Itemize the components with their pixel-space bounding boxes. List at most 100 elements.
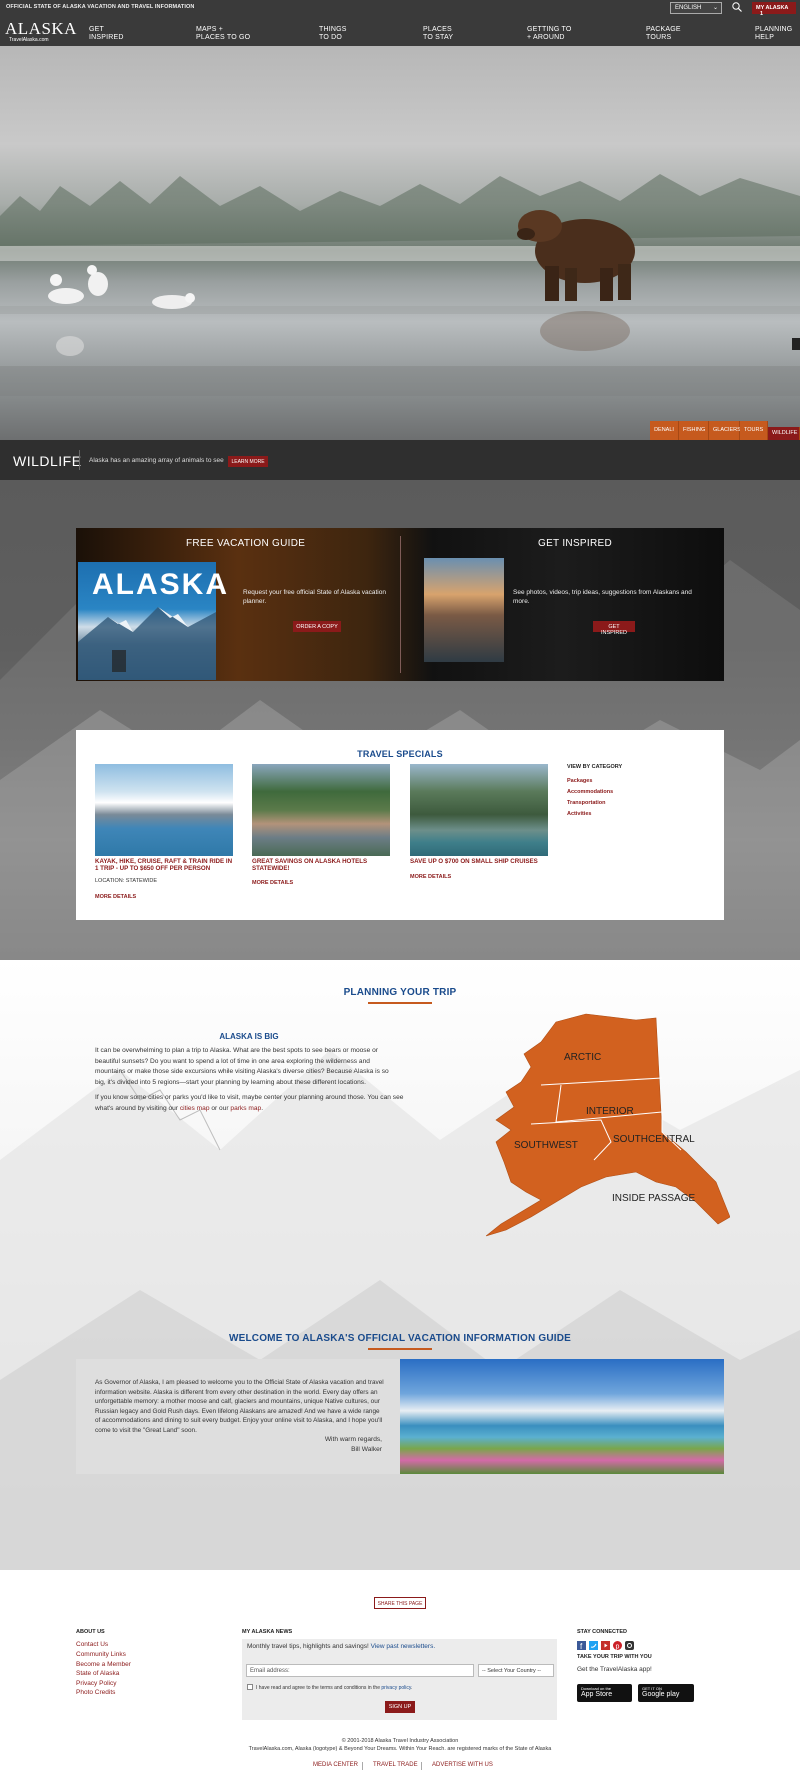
- link-separator: [362, 1762, 363, 1770]
- nav-getting-around[interactable]: GETTING TO + AROUND: [527, 26, 572, 42]
- nav-planning-help[interactable]: PLANNING HELP: [755, 26, 792, 42]
- svg-text:p: p: [616, 1644, 620, 1651]
- privacy-policy-link[interactable]: privacy policy: [381, 1685, 411, 1691]
- map-label-arctic: ARCTIC: [564, 1052, 601, 1063]
- more-details-link[interactable]: MORE DETAILS: [410, 874, 451, 880]
- nav-package-tours[interactable]: PACKAGE TOURS: [646, 26, 681, 42]
- special-title[interactable]: SAVE UP O $700 ON SMALL SHIP CRUISES: [410, 858, 550, 865]
- more-details-link[interactable]: MORE DETAILS: [252, 880, 293, 886]
- google-play-button[interactable]: GET IT ON Google play: [638, 1684, 694, 1702]
- news-heading: MY ALASKA NEWS: [242, 1629, 293, 1635]
- map-label-southcentral: SOUTHCENTRAL: [613, 1134, 695, 1145]
- nav-maps-places[interactable]: MAPS + PLACES TO GO: [196, 26, 250, 42]
- special-image-kayak[interactable]: [95, 764, 233, 856]
- hero-tab-denali[interactable]: DENALI: [650, 421, 679, 440]
- travel-trade-link[interactable]: TRAVEL TRADE: [373, 1762, 418, 1768]
- category-activities[interactable]: Activities: [567, 811, 591, 817]
- footer-link-member[interactable]: Become a Member: [76, 1661, 131, 1668]
- special-title[interactable]: KAYAK, HIKE, CRUISE, RAFT & TRAIN RIDE I…: [95, 858, 235, 872]
- get-inspired-title: GET INSPIRED: [538, 538, 612, 549]
- advertise-link[interactable]: ADVERTISE WITH US: [432, 1762, 493, 1768]
- nav-get-inspired[interactable]: GET INSPIRED: [89, 26, 124, 42]
- app-promo-text: Get the TravelAlaska app!: [577, 1666, 652, 1673]
- agree-checkbox[interactable]: [247, 1684, 253, 1690]
- special-image-cruise[interactable]: [410, 764, 548, 856]
- agree-text: I have read and agree to the terms and c…: [256, 1685, 413, 1691]
- title-underline: [368, 1348, 432, 1350]
- newsletter-text: Monthly travel tips, highlights and savi…: [247, 1643, 436, 1650]
- stay-connected-heading: STAY CONNECTED: [577, 1629, 628, 1635]
- email-field[interactable]: Email address:: [246, 1664, 474, 1677]
- twitter-icon[interactable]: [589, 1641, 598, 1650]
- free-guide-title: FREE VACATION GUIDE: [186, 538, 306, 549]
- app-store-button[interactable]: Download on the App Store: [577, 1684, 632, 1702]
- alaska-regions-map[interactable]: ARCTIC INTERIOR SOUTHWEST SOUTHCENTRAL I…: [486, 1012, 730, 1254]
- footer-link-state[interactable]: State of Alaska: [76, 1670, 119, 1677]
- language-select[interactable]: ENGLISH ⌄: [670, 2, 722, 14]
- special-title[interactable]: GREAT SAVINGS ON ALASKA HOTELS STATEWIDE…: [252, 858, 392, 872]
- hero-tab-fishing[interactable]: FISHING: [679, 421, 709, 440]
- planning-paragraph: It can be overwhelming to plan a trip to…: [95, 1047, 389, 1086]
- chevron-down-icon: ⌄: [712, 5, 718, 11]
- hero-tab-wildlife[interactable]: WILDLIFE: [768, 427, 800, 440]
- nav-places-to-stay[interactable]: PLACES TO STAY: [423, 26, 453, 42]
- inspire-photo[interactable]: [424, 558, 504, 662]
- more-details-link[interactable]: MORE DETAILS: [95, 894, 136, 900]
- view-by-category-heading: VIEW BY CATEGORY: [567, 764, 623, 770]
- share-page-button[interactable]: SHARE THIS PAGE: [374, 1597, 426, 1609]
- logo-main: ALASKA: [5, 19, 77, 38]
- parks-map-link[interactable]: parks map: [230, 1105, 261, 1112]
- media-center-link[interactable]: MEDIA CENTER: [313, 1762, 358, 1768]
- map-label-interior: INTERIOR: [586, 1106, 634, 1117]
- my-alaska-button[interactable]: MY ALASKA 1: [752, 2, 796, 17]
- category-accommodations[interactable]: Accommodations: [567, 789, 613, 795]
- planning-paragraph-2: If you know some cities or parks you'd l…: [95, 1094, 404, 1112]
- promo-divider: [400, 536, 401, 673]
- cities-map-link[interactable]: cities map: [180, 1105, 210, 1112]
- map-label-southwest: SOUTHWEST: [514, 1140, 578, 1151]
- hero-caption-text: Alaska has an amazing array of animals t…: [89, 457, 224, 464]
- hero-scene: [0, 174, 800, 396]
- youtube-icon[interactable]: [601, 1641, 610, 1650]
- free-guide-text: Request your free official State of Alas…: [243, 589, 386, 605]
- footer-link-community[interactable]: Community Links: [76, 1651, 126, 1658]
- title-underline: [368, 1002, 432, 1004]
- vacation-guide-cover[interactable]: ALASKA: [78, 562, 227, 680]
- link-separator: [421, 1762, 422, 1770]
- alaska-is-big-title: ALASKA IS BIG: [219, 1032, 279, 1041]
- trademark-text: TravelAlaska.com, Alaska (logotype) & Be…: [248, 1746, 552, 1752]
- regards-text: With warm regards,: [324, 1436, 382, 1443]
- footer-link-contact[interactable]: Contact Us: [76, 1641, 108, 1648]
- guide-cover-art: [78, 607, 216, 680]
- fireweed-landscape-image: [400, 1359, 724, 1474]
- order-copy-button[interactable]: ORDER A COPY: [293, 621, 341, 632]
- map-label-inside-passage: INSIDE PASSAGE: [612, 1193, 696, 1204]
- site-logo[interactable]: ALASKA TravelAlaska.com: [5, 19, 77, 44]
- hero-tab-glaciers[interactable]: GLACIERS: [709, 421, 741, 440]
- footer-link-privacy[interactable]: Privacy Policy: [76, 1680, 116, 1687]
- hero-edge-control[interactable]: [792, 338, 800, 350]
- past-newsletters-link[interactable]: View past newsletters.: [371, 1643, 436, 1650]
- learn-more-button[interactable]: LEARN MORE: [228, 456, 268, 467]
- footer-link-photo-credits[interactable]: Photo Credits: [76, 1689, 115, 1696]
- get-inspired-button[interactable]: GET INSPIRED: [593, 621, 635, 636]
- instagram-icon[interactable]: [625, 1641, 634, 1650]
- official-site-text: OFFICIAL STATE OF ALASKA VACATION AND TR…: [6, 4, 195, 10]
- nav-things-to-do[interactable]: THINGS TO DO: [319, 26, 347, 42]
- country-select[interactable]: -- Select Your Country --: [478, 1664, 554, 1677]
- search-icon[interactable]: [731, 1, 743, 13]
- language-label: ENGLISH: [675, 5, 702, 11]
- sign-up-button[interactable]: SIGN UP: [385, 1701, 415, 1713]
- special-image-hotel[interactable]: [252, 764, 390, 856]
- facebook-icon[interactable]: f: [577, 1641, 586, 1650]
- category-packages[interactable]: Packages: [567, 778, 592, 784]
- hero-tab-tours[interactable]: TOURS: [740, 421, 768, 440]
- category-transportation[interactable]: Transportation: [567, 800, 606, 806]
- travel-specials-title: TRAVEL SPECIALS: [357, 749, 443, 759]
- take-trip-heading: TAKE YOUR TRIP WITH YOU: [577, 1654, 652, 1660]
- caption-divider: [79, 450, 80, 470]
- hero-caption-title: WILDLIFE: [13, 453, 82, 469]
- pinterest-icon[interactable]: p: [613, 1641, 622, 1650]
- planning-title: PLANNING YOUR TRIP: [343, 987, 457, 998]
- my-alaska-count: 1: [760, 11, 764, 17]
